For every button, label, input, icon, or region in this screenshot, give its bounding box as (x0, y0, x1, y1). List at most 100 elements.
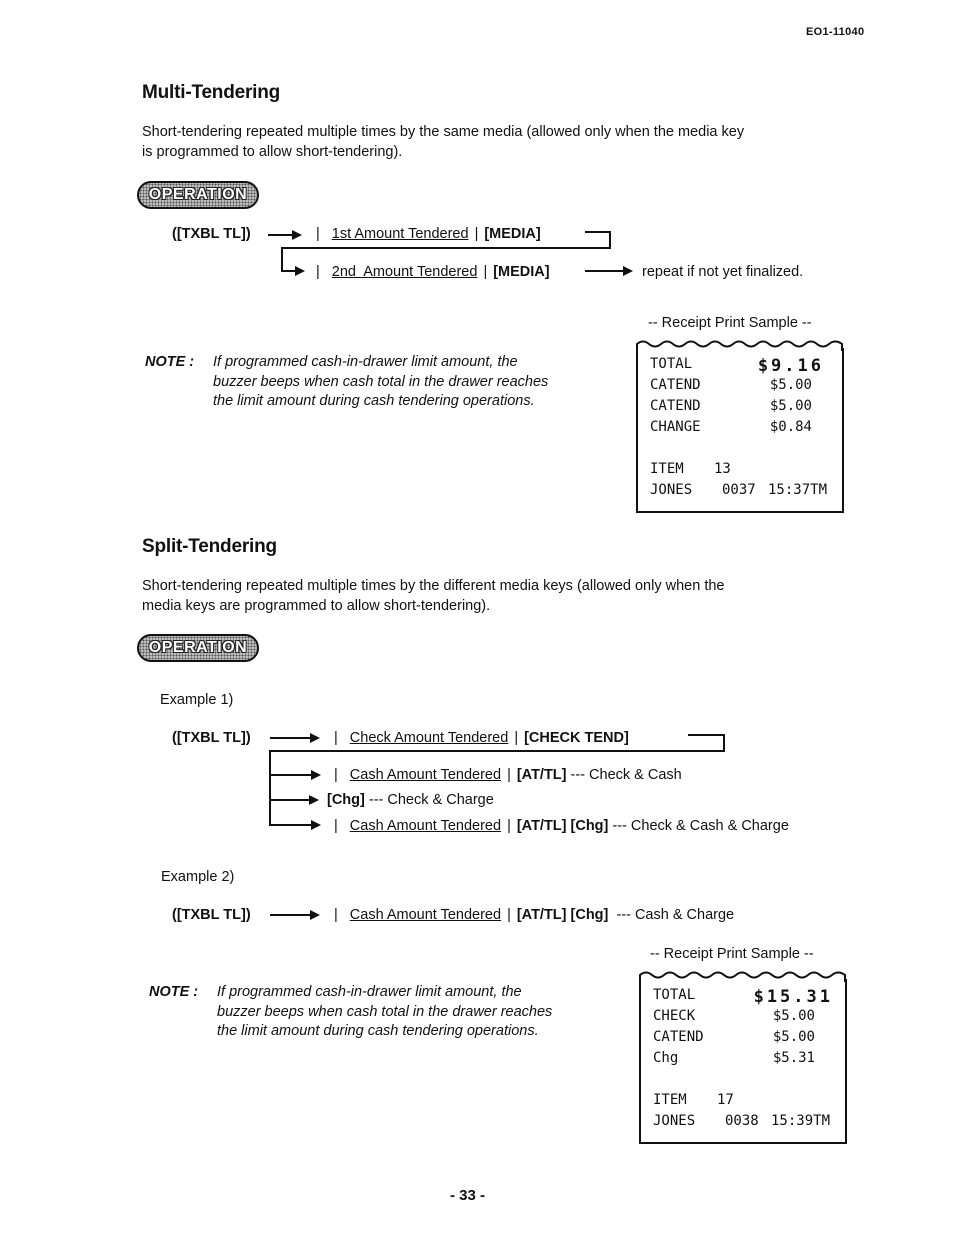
arrow-line (269, 774, 313, 776)
receipt-label: TOTAL (650, 356, 693, 372)
receipt-label: TOTAL (653, 987, 696, 1003)
arrow-right-icon (309, 795, 319, 805)
receipt-label: CATEND (653, 1029, 704, 1045)
torn-edge-icon (636, 340, 843, 351)
receipt-footer: JONES 0037 15:37TM (650, 482, 832, 503)
txbl-tl-key: ([TXBL TL]) (172, 226, 251, 242)
example-2-description: --- Cash & Charge (616, 907, 735, 923)
arrow-right-icon (623, 266, 633, 276)
second-amount-tendered: 2nd Amount Tendered (331, 264, 478, 280)
note-line: buzzer beeps when cash total in the draw… (213, 373, 549, 390)
receipt-row-total: TOTAL $15.31 (653, 987, 835, 1008)
receipt-value: $5.00 (769, 377, 812, 393)
operation-badge: OPERATION (137, 634, 259, 662)
example-2-step: | Cash Amount Tendered | [AT/TL] [Chg] --- … (334, 907, 735, 923)
receipt-row: CATEND $5.00 (650, 398, 832, 419)
operation-badge: OPERATION (137, 181, 259, 209)
receipt-row: CATEND $5.00 (650, 377, 832, 398)
multi-description-line-1: Short-tendering repeated multiple times … (142, 124, 745, 140)
multi-flow-step-1: ([TXBL TL]) (172, 226, 251, 242)
arrow-line (585, 270, 625, 272)
multi-description: Short-tendering repeated multiple times … (142, 122, 832, 162)
arrow-line (270, 914, 312, 916)
multi-note: NOTE : If programmed cash-in-drawer limit… (145, 353, 548, 412)
receipt-sample-multi: TOTAL $9.16 CATEND $5.00 CATEND $5.00 CHANG… (636, 340, 844, 513)
arrow-line (269, 799, 311, 801)
split-description: Short-tendering repeated multiple times … (142, 576, 832, 616)
receipt-footer: JONES 0038 15:39TM (653, 1113, 835, 1134)
at-tl-chg-keys: [AT/TL] [Chg] (516, 907, 609, 923)
branch-check-charge: [Chg] --- Check & Charge (327, 792, 494, 808)
check-tend-key: [CHECK TEND] (524, 730, 629, 746)
arrow-line (270, 737, 312, 739)
example-1-start: ([TXBL TL]) (172, 730, 251, 746)
example-1-label: Example 1) (160, 692, 234, 708)
multi-description-line-2: is programmed to allow short-tendering). (142, 144, 403, 160)
txbl-tl-key: ([TXBL TL]) (172, 730, 251, 746)
connector-line (609, 231, 611, 248)
document-id: EO1-11040 (806, 26, 865, 38)
receipt-value: $5.00 (772, 1008, 815, 1024)
connector-line (281, 247, 611, 249)
arrow-right-icon (295, 266, 305, 276)
page-number: - 33 - (450, 1187, 486, 1204)
arrow-line (269, 824, 313, 826)
example-2-start: ([TXBL TL]) (172, 907, 251, 923)
receipt-row: CHANGE $0.84 (650, 419, 832, 440)
note-line: If programmed cash-in-drawer limit amoun… (217, 984, 522, 1000)
receipt-caption: -- Receipt Print Sample -- (650, 946, 814, 962)
first-amount-tendered: 1st Amount Tendered (331, 226, 469, 242)
receipt-item-count: ITEM 13 (650, 461, 832, 482)
connector-line (688, 734, 724, 736)
example-1-check-step: | Check Amount Tendered | [CHECK TEND] (334, 730, 629, 746)
connector-line (269, 750, 271, 825)
receipt-clerk: JONES (650, 482, 693, 498)
example-2-label: Example 2) (161, 869, 235, 885)
receipt-label: ITEM (653, 1092, 687, 1108)
split-note: NOTE : If programmed cash-in-drawer limit… (149, 983, 552, 1042)
chg-key: [Chg] (327, 792, 365, 808)
receipt-value: 17 (717, 1092, 734, 1108)
repeat-note: repeat if not yet finalized. (642, 264, 804, 280)
multi-flow-step-2: | 2nd Amount Tendered | [MEDIA] (316, 264, 550, 280)
receipt-value: $15.31 (753, 987, 833, 1007)
note-line: If programmed cash-in-drawer limit amoun… (213, 354, 518, 370)
receipt-label: CATEND (650, 377, 701, 393)
cash-amount-tendered: Cash Amount Tendered (349, 818, 502, 834)
receipt-item-count: ITEM 17 (653, 1092, 835, 1113)
arrow-line (268, 234, 294, 236)
branch-check-cash-charge: | Cash Amount Tendered | [AT/TL] [Chg] --- … (334, 818, 789, 834)
receipt-clerk: JONES (653, 1113, 696, 1129)
check-amount-tendered: Check Amount Tendered (349, 730, 509, 746)
receipt-value: $9.16 (757, 356, 824, 376)
branch-description: --- Check & Charge (368, 792, 494, 808)
receipt-time: 15:37TM (768, 482, 828, 498)
at-tl-chg-keys: [AT/TL] [Chg] (516, 818, 609, 834)
note-label: NOTE : (145, 354, 195, 370)
note-line: the limit amount during cash tendering o… (213, 393, 535, 409)
multi-flow-step-1-entry: | 1st Amount Tendered | [MEDIA] (316, 226, 541, 242)
split-description-line-2: media keys are programmed to allow short… (142, 598, 491, 614)
section-title-multi-tendering: Multi-Tendering (142, 82, 281, 103)
note-label: NOTE : (149, 984, 199, 1000)
receipt-value: $0.84 (769, 419, 812, 435)
connector-line (269, 750, 725, 752)
arrow-right-icon (310, 733, 320, 743)
media-key: [MEDIA] (493, 264, 550, 280)
receipt-row: CATEND $5.00 (653, 1029, 835, 1050)
arrow-right-icon (311, 820, 321, 830)
branch-description: --- Check & Cash & Charge (612, 818, 789, 834)
receipt-consecutive-number: 0037 (722, 482, 756, 498)
receipt-label: ITEM (650, 461, 684, 477)
connector-line (585, 231, 610, 233)
note-line: buzzer beeps when cash total in the draw… (217, 1003, 553, 1020)
at-tl-key: [AT/TL] (516, 767, 567, 783)
arrow-right-icon (292, 230, 302, 240)
branch-description: --- Check & Cash (570, 767, 682, 783)
note-line: the limit amount during cash tendering o… (217, 1023, 539, 1039)
receipt-caption: -- Receipt Print Sample -- (648, 315, 812, 331)
receipt-label: CATEND (650, 398, 701, 414)
receipt-value: $5.00 (772, 1029, 815, 1045)
receipt-label: CHANGE (650, 419, 701, 435)
branch-check-cash: | Cash Amount Tendered | [AT/TL] --- Check … (334, 767, 682, 783)
